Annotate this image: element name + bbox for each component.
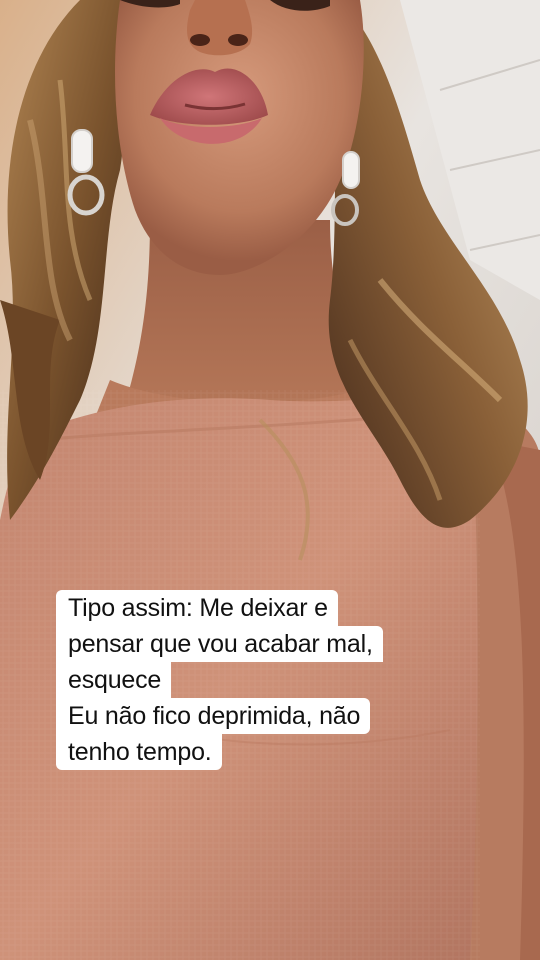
caption-overlay: Tipo assim: Me deixar e pensar que vou a… — [56, 590, 476, 770]
caption-line: pensar que vou acabar mal, — [56, 626, 383, 662]
caption-line: esquece — [56, 662, 172, 698]
caption-line: Eu não fico deprimida, não — [56, 698, 371, 734]
selfie-photo — [0, 0, 540, 960]
caption-line: tenho tempo. — [56, 734, 222, 770]
caption-line: Tipo assim: Me deixar e — [56, 590, 338, 626]
